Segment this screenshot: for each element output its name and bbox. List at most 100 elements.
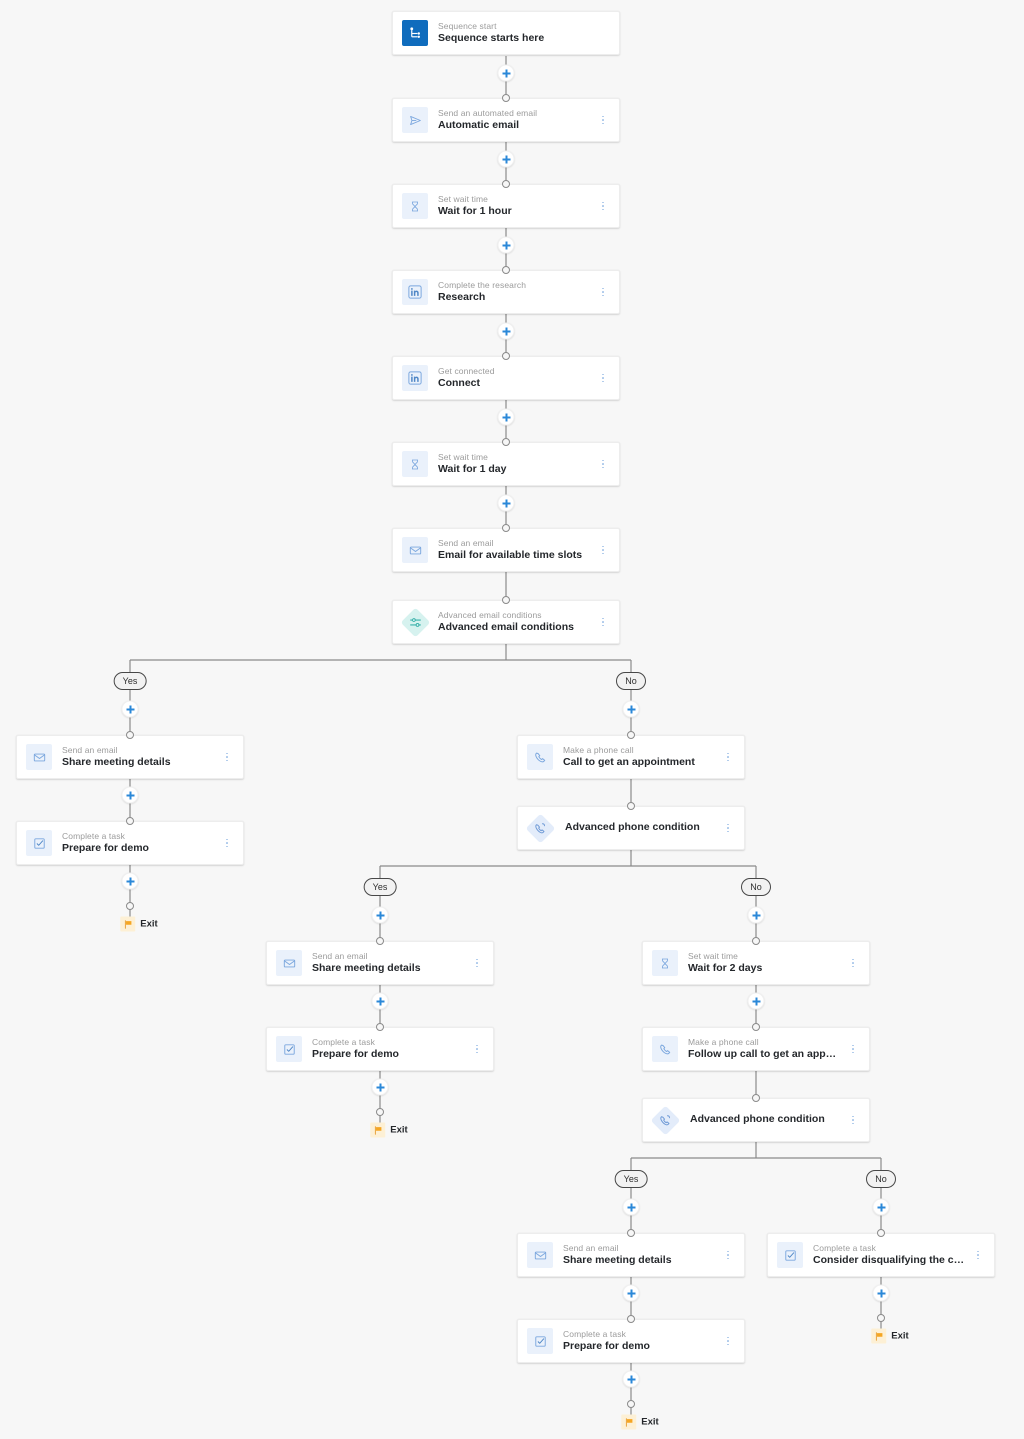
node-more-options-button[interactable]	[597, 541, 609, 559]
phone-diamond-icon	[525, 813, 555, 843]
add-step-button[interactable]	[497, 236, 515, 254]
add-step-button[interactable]	[497, 408, 515, 426]
node-automatic-email[interactable]: Send an automated email Automatic email	[392, 98, 620, 142]
connector-dot	[877, 1229, 885, 1237]
node-text: Advanced phone condition	[690, 1114, 841, 1126]
add-step-button[interactable]	[747, 992, 765, 1010]
add-step-button[interactable]	[622, 1284, 640, 1302]
add-step-button[interactable]	[371, 906, 389, 924]
connector-dot	[627, 802, 635, 810]
node-share-meeting-details-a[interactable]: Send an email Share meeting details	[16, 735, 244, 779]
node-wait-1-hour[interactable]: Set wait time Wait for 1 hour	[392, 184, 620, 228]
branch-label-phone2-no[interactable]: No	[866, 1170, 896, 1188]
node-text: Send an email Share meeting details	[563, 1244, 716, 1266]
node-more-options-button[interactable]	[221, 748, 233, 766]
branch-label-phone1-no[interactable]: No	[741, 878, 771, 896]
node-more-options-button[interactable]	[972, 1246, 984, 1264]
branch-label-email-yes[interactable]: Yes	[113, 672, 147, 690]
node-more-options-button[interactable]	[597, 283, 609, 301]
node-more-options-button[interactable]	[722, 748, 734, 766]
add-step-button[interactable]	[497, 64, 515, 82]
node-subtitle: Make a phone call	[563, 745, 634, 755]
add-step-button[interactable]	[747, 906, 765, 924]
node-connect[interactable]: Get connected Connect	[392, 356, 620, 400]
exit-node-1[interactable]: Exit	[120, 916, 158, 932]
node-text: Complete a task Prepare for demo	[563, 1330, 716, 1352]
node-follow-up-call[interactable]: Make a phone call Follow up call to get …	[642, 1027, 870, 1071]
node-more-options-button[interactable]	[471, 1040, 483, 1058]
node-sequence-start[interactable]: Sequence start Sequence starts here	[392, 11, 620, 55]
add-step-button[interactable]	[872, 1284, 890, 1302]
node-more-options-button[interactable]	[471, 954, 483, 972]
exit-node-2[interactable]: Exit	[370, 1122, 408, 1138]
node-more-options-button[interactable]	[597, 197, 609, 215]
node-share-meeting-details-b[interactable]: Send an email Share meeting details	[266, 941, 494, 985]
branch-label-phone2-yes[interactable]: Yes	[614, 1170, 648, 1188]
node-email-time-slots[interactable]: Send an email Email for available time s…	[392, 528, 620, 572]
exit-node-4[interactable]: Exit	[621, 1414, 659, 1430]
node-subtitle: Advanced email conditions	[438, 610, 542, 620]
node-more-options-button[interactable]	[847, 954, 859, 972]
add-step-button[interactable]	[371, 1078, 389, 1096]
envelope-icon	[527, 1242, 553, 1268]
node-text: Make a phone call Call to get an appoint…	[563, 746, 716, 768]
sequence-designer-canvas: Sequence start Sequence starts here Send…	[0, 0, 1024, 1439]
exit-node-3[interactable]: Exit	[871, 1328, 909, 1344]
node-more-options-button[interactable]	[722, 819, 734, 837]
node-more-options-button[interactable]	[847, 1040, 859, 1058]
node-more-options-button[interactable]	[597, 369, 609, 387]
phone-diamond-icon	[650, 1105, 680, 1135]
node-more-options-button[interactable]	[221, 834, 233, 852]
node-text: Set wait time Wait for 2 days	[688, 952, 841, 974]
connector-dot	[752, 937, 760, 945]
add-step-button[interactable]	[622, 1198, 640, 1216]
hourglass-icon	[652, 950, 678, 976]
node-wait-1-day[interactable]: Set wait time Wait for 1 day	[392, 442, 620, 486]
node-text: Sequence start Sequence starts here	[438, 22, 609, 44]
connector-dot	[877, 1314, 885, 1322]
sliders-diamond-icon	[400, 607, 430, 637]
envelope-icon	[26, 744, 52, 770]
node-more-options-button[interactable]	[597, 455, 609, 473]
node-share-meeting-details-c[interactable]: Send an email Share meeting details	[517, 1233, 745, 1277]
node-prepare-for-demo-a[interactable]: Complete a task Prepare for demo	[16, 821, 244, 865]
add-step-button[interactable]	[497, 322, 515, 340]
node-prepare-for-demo-b[interactable]: Complete a task Prepare for demo	[266, 1027, 494, 1071]
add-step-button[interactable]	[121, 786, 139, 804]
add-step-button[interactable]	[622, 1370, 640, 1388]
branch-label-email-no[interactable]: No	[616, 672, 646, 690]
add-step-button[interactable]	[121, 872, 139, 890]
connector-dot	[627, 1315, 635, 1323]
node-more-options-button[interactable]	[847, 1111, 859, 1129]
add-step-button[interactable]	[371, 992, 389, 1010]
node-more-options-button[interactable]	[597, 111, 609, 129]
node-title: Email for available time slots	[438, 549, 583, 561]
node-advanced-phone-condition-1[interactable]: Advanced phone condition	[517, 806, 745, 850]
node-disqualify-customer[interactable]: Complete a task Consider disqualifying t…	[767, 1233, 995, 1277]
node-prepare-for-demo-c[interactable]: Complete a task Prepare for demo	[517, 1319, 745, 1363]
node-call-appointment[interactable]: Make a phone call Call to get an appoint…	[517, 735, 745, 779]
branch-label-phone1-yes[interactable]: Yes	[363, 878, 397, 896]
node-text: Set wait time Wait for 1 hour	[438, 195, 591, 217]
node-research[interactable]: Complete the research Research	[392, 270, 620, 314]
add-step-button[interactable]	[497, 150, 515, 168]
node-advanced-email-conditions[interactable]: Advanced email conditions Advanced email…	[392, 600, 620, 644]
add-step-button[interactable]	[121, 700, 139, 718]
node-advanced-phone-condition-2[interactable]: Advanced phone condition	[642, 1098, 870, 1142]
node-title: Consider disqualifying the customer	[813, 1254, 966, 1266]
node-text: Get connected Connect	[438, 367, 591, 389]
node-wait-2-days[interactable]: Set wait time Wait for 2 days	[642, 941, 870, 985]
node-text: Make a phone call Follow up call to get …	[688, 1038, 841, 1060]
sequence-start-icon	[402, 20, 428, 46]
node-more-options-button[interactable]	[597, 613, 609, 631]
node-subtitle: Set wait time	[688, 951, 738, 961]
add-step-button[interactable]	[622, 700, 640, 718]
connector-dot	[502, 524, 510, 532]
node-more-options-button[interactable]	[722, 1332, 734, 1350]
node-more-options-button[interactable]	[722, 1246, 734, 1264]
node-text: Complete a task Consider disqualifying t…	[813, 1244, 966, 1266]
add-step-button[interactable]	[497, 494, 515, 512]
envelope-icon	[402, 537, 428, 563]
add-step-button[interactable]	[872, 1198, 890, 1216]
exit-flag-icon	[120, 916, 136, 932]
